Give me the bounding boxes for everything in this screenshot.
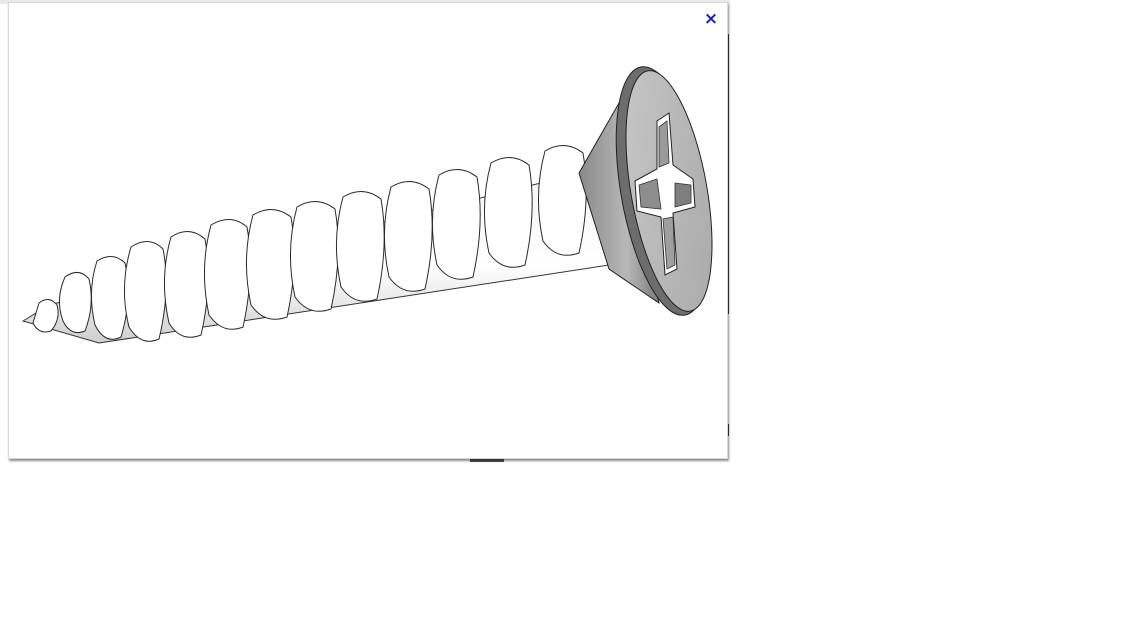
image-lightbox: ×: [8, 2, 728, 459]
screw-threads: [32, 145, 587, 342]
screw-image: [21, 66, 713, 344]
page: ×: [0, 0, 1145, 634]
close-button[interactable]: ×: [703, 11, 719, 28]
